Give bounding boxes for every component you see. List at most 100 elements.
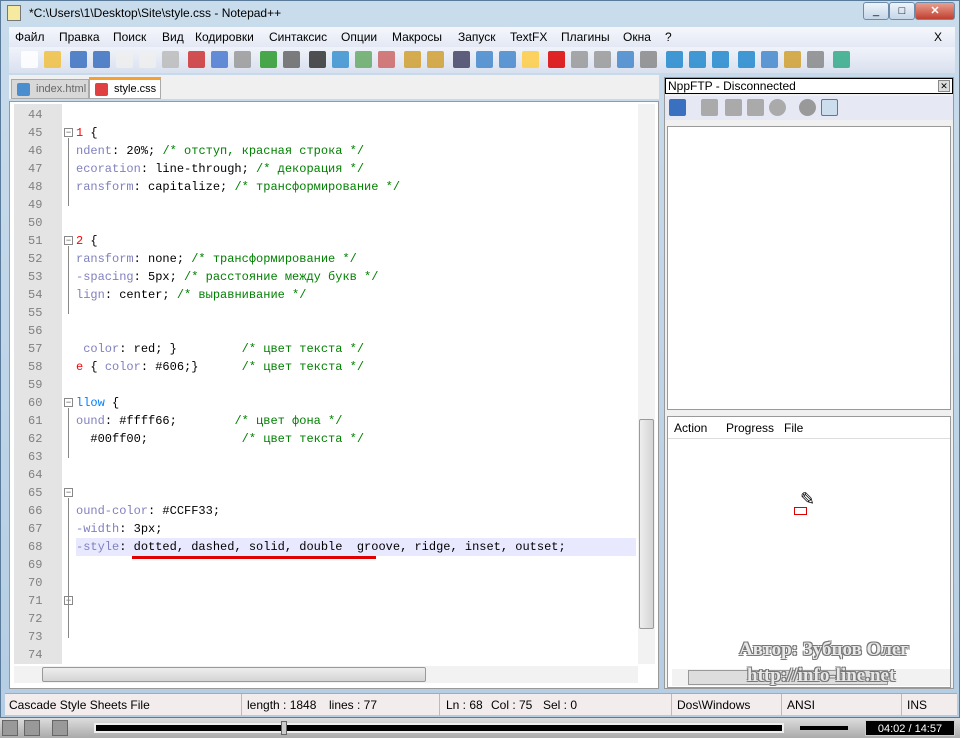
close-document-button[interactable]: X (934, 30, 942, 44)
code-line[interactable] (76, 322, 636, 340)
tab-style-css[interactable]: style.css (89, 77, 161, 99)
code-line[interactable]: ransform: none; /* трансформирование */ (76, 250, 636, 268)
menu-10[interactable]: Плагины (561, 30, 610, 44)
print-icon[interactable] (162, 51, 179, 68)
first-icon[interactable] (666, 51, 683, 68)
panel-close-icon[interactable]: ✕ (938, 80, 950, 92)
find-icon[interactable] (309, 51, 326, 68)
paste-icon[interactable] (234, 51, 251, 68)
spell-check-icon[interactable] (833, 51, 850, 68)
console-icon[interactable] (761, 51, 778, 68)
code-line[interactable]: ransform: capitalize; /* трансформирован… (76, 178, 636, 196)
code-line[interactable] (76, 106, 636, 124)
code-line[interactable]: ound-color: #CCFF33; (76, 502, 636, 520)
tab-index-html[interactable]: index.html (11, 79, 89, 99)
message-log-icon[interactable] (821, 99, 838, 116)
show-all-icon[interactable] (476, 51, 493, 68)
code-line[interactable] (76, 574, 636, 592)
udl-icon[interactable] (522, 51, 539, 68)
volume-slider[interactable] (800, 726, 848, 730)
code-line[interactable]: lign: center; /* выравнивание */ (76, 286, 636, 304)
fold-toggle-icon[interactable]: − (64, 398, 73, 407)
abort-icon[interactable] (769, 99, 786, 116)
open-icon[interactable] (44, 51, 61, 68)
menu-2[interactable]: Поиск (113, 30, 146, 44)
ftp-icon[interactable] (784, 51, 801, 68)
code-line[interactable] (76, 466, 636, 484)
code-line[interactable] (76, 376, 636, 394)
code-line[interactable] (76, 556, 636, 574)
menu-7[interactable]: Макросы (392, 30, 442, 44)
record-icon[interactable] (548, 51, 565, 68)
code-line[interactable] (76, 214, 636, 232)
menu-8[interactable]: Запуск (458, 30, 496, 44)
menu-9[interactable]: TextFX (510, 30, 547, 44)
menu-12[interactable]: ? (665, 30, 672, 44)
code-line[interactable] (76, 304, 636, 322)
upload-icon[interactable] (725, 99, 742, 116)
save-macro-icon[interactable] (640, 51, 657, 68)
settings-gear-icon[interactable] (799, 99, 816, 116)
code-line[interactable]: color: red; } /* цвет текста */ (76, 340, 636, 358)
new-file-icon[interactable] (21, 51, 38, 68)
play-multi-icon[interactable] (617, 51, 634, 68)
play-icon[interactable] (594, 51, 611, 68)
code-line[interactable] (76, 646, 636, 664)
code-line[interactable]: ndent: 20%; /* отступ, красная строка */ (76, 142, 636, 160)
menu-11[interactable]: Окна (623, 30, 651, 44)
code-line[interactable]: e { color: #606;} /* цвет текста */ (76, 358, 636, 376)
sync-v-icon[interactable] (404, 51, 421, 68)
down-icon[interactable] (712, 51, 729, 68)
column-action[interactable]: Action (674, 421, 707, 435)
copy-icon[interactable] (211, 51, 228, 68)
last-icon[interactable] (738, 51, 755, 68)
menu-0[interactable]: Файл (15, 30, 45, 44)
fold-toggle-icon[interactable]: − (64, 128, 73, 137)
menu-4[interactable]: Кодировки (195, 30, 254, 44)
code-line[interactable]: -spacing: 5px; /* расстояние между букв … (76, 268, 636, 286)
zoom-out-icon[interactable] (378, 51, 395, 68)
code-line[interactable] (76, 448, 636, 466)
download-icon[interactable] (701, 99, 718, 116)
close-all-icon[interactable] (139, 51, 156, 68)
column-progress[interactable]: Progress (726, 421, 774, 435)
ftp2-icon[interactable] (807, 51, 824, 68)
code-line[interactable] (76, 592, 636, 610)
menu-5[interactable]: Синтаксис (269, 30, 327, 44)
word-wrap-icon[interactable] (453, 51, 470, 68)
stop-button[interactable] (52, 720, 68, 736)
scroll-thumb[interactable] (42, 667, 426, 682)
up-icon[interactable] (689, 51, 706, 68)
code-line[interactable]: llow { (76, 394, 636, 412)
code-line[interactable]: #00ff00; /* цвет текста */ (76, 430, 636, 448)
seek-bar[interactable] (94, 721, 784, 735)
ftp-file-tree[interactable] (667, 126, 951, 410)
code-line[interactable]: ound: #ffff66; /* цвет фона */ (76, 412, 636, 430)
minimize-button[interactable]: _ (863, 2, 889, 20)
menu-6[interactable]: Опции (341, 30, 377, 44)
indent-guide-icon[interactable] (499, 51, 516, 68)
undo-icon[interactable] (260, 51, 277, 68)
replace-icon[interactable] (332, 51, 349, 68)
fold-toggle-icon[interactable]: − (64, 488, 73, 497)
code-line[interactable]: -width: 3px; (76, 520, 636, 538)
menu-3[interactable]: Вид (162, 30, 184, 44)
save-icon[interactable] (70, 51, 87, 68)
fold-toggle-icon[interactable]: − (64, 236, 73, 245)
menu-1[interactable]: Правка (59, 30, 100, 44)
column-file[interactable]: File (784, 421, 803, 435)
play-button[interactable] (2, 720, 18, 736)
stop-icon[interactable] (571, 51, 588, 68)
code-line[interactable] (76, 628, 636, 646)
vertical-scrollbar[interactable] (638, 104, 655, 664)
maximize-button[interactable]: □ (889, 2, 915, 20)
sync-h-icon[interactable] (427, 51, 444, 68)
close-icon[interactable] (116, 51, 133, 68)
code-line[interactable]: ecoration: line-through; /* декорация */ (76, 160, 636, 178)
code-line[interactable]: 1 { (76, 124, 636, 142)
code-line[interactable]: 2 { (76, 232, 636, 250)
code-line[interactable] (76, 610, 636, 628)
code-line[interactable] (76, 484, 636, 502)
scroll-thumb[interactable] (639, 419, 654, 629)
code-editor[interactable]: 44 45 1 {−46 ndent: 20%; /* отступ, красная… (9, 101, 659, 689)
